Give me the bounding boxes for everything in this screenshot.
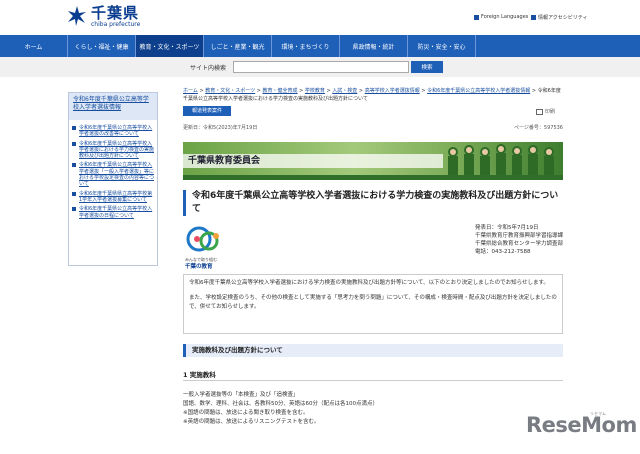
print-button[interactable]: 印刷 — [535, 108, 555, 115]
updated-date: 更新日：令和5(2023)年7月19日 — [183, 125, 258, 131]
emblem-caption: 千葉の教育 — [185, 264, 213, 270]
sidebar-item[interactable]: 令和6年度千葉県公立高等学校入学者選抜における学力検査の実施教科及び出題方針につ… — [72, 141, 154, 160]
bullet-icon — [474, 14, 479, 20]
press-release-badge: 報道発表案件 — [183, 106, 232, 116]
nav-filler — [476, 35, 640, 57]
board-of-education-banner: 千葉県教育委員会 — [183, 142, 563, 180]
lead-paragraph: また、学校設定検査のうち、その他の検査として実施する「思考力を問う問題」について… — [189, 295, 557, 310]
chiba-emblem-icon — [68, 6, 86, 26]
breadcrumb-link[interactable]: ホーム — [183, 88, 198, 94]
logo-english: chiba prefecture — [91, 21, 141, 28]
body-line: 一般入学者選抜等の「本検査」及び「追検査」 — [183, 392, 299, 398]
nav-prefecture[interactable]: 県政情報・統計 — [340, 35, 408, 57]
page-title: 令和6年度千葉県公立高等学校入学者選抜における学力検査の実施教科及び出題方針につ… — [183, 190, 563, 216]
breadcrumb: ホーム > 教育・文化・スポーツ > 教育・健全育成 > 学校教育 > 入試・検… — [183, 88, 561, 102]
body-line: ※英語の問題は、放送によるリスニングテストを含む。 — [183, 419, 320, 425]
logo-japanese: 千葉県 — [91, 4, 140, 22]
sidebar-title[interactable]: 令和6年度千葉県公立高等学校入学者選抜情報 — [69, 93, 157, 120]
bullet-icon — [72, 141, 76, 146]
search-input[interactable] — [233, 61, 409, 73]
bullet-icon — [72, 191, 76, 196]
nav-safety[interactable]: 防災・安全・安心 — [408, 35, 476, 57]
nav-environment[interactable]: 環境・まちづくり — [272, 35, 340, 57]
breadcrumb-link[interactable]: 学校教育 — [305, 88, 325, 94]
site-logo[interactable]: 千葉県 chiba prefecture — [66, 5, 140, 28]
release-date: 発表日：令和5年7月19日 — [474, 225, 539, 231]
bullet-icon — [72, 163, 76, 168]
body-line: 国語、数学、理科、社会は、各教科50分、英語は60分（配点は各100点満点） — [183, 401, 378, 407]
printer-icon — [535, 108, 543, 115]
breadcrumb-link[interactable]: 教育・文化・スポーツ — [205, 88, 255, 94]
resemom-watermark: ReseMom — [526, 413, 637, 437]
sidebar-item[interactable]: 令和6年度千葉県公立高等学校入学者選抜の日程について — [72, 206, 154, 219]
section-heading: 実施教科及び出題方針について — [183, 344, 563, 357]
sidebar-item[interactable]: 令和6年度千葉県公立高等学校入学者選抜の改善等について — [72, 125, 154, 138]
foreign-languages-link[interactable]: Foreign Languages — [474, 14, 528, 20]
sidebar-item[interactable]: 令和6年度千葉県公立高等学校入学者選抜「一般入学者選抜」等における学校設定検査の… — [72, 162, 154, 187]
banner-strip — [183, 175, 563, 180]
search-label: サイト内検索 — [190, 65, 227, 72]
breadcrumb-link[interactable]: 教育・健全育成 — [263, 88, 298, 94]
release-meta: 発表日：令和5年7月19日 千葉県教育庁教育振興部学習指導課 千葉県総合教育セン… — [475, 224, 563, 256]
body-line: ※国語の問題は、放送による聞き取り検査を含む。 — [183, 410, 309, 416]
main-content: ホーム > 教育・文化・スポーツ > 教育・健全育成 > 学校教育 > 入試・検… — [183, 87, 563, 427]
global-nav: ホーム くらし・福祉・健康 教育・文化・スポーツ しごと・産業・観光 環境・まち… — [0, 35, 640, 57]
site-header: 千葉県 chiba prefecture Foreign Languages 情… — [0, 0, 640, 35]
banner-title: 千葉県教育委員会 — [183, 154, 443, 168]
department: 千葉県教育庁教育振興部学習指導課 — [474, 233, 563, 239]
nav-education[interactable]: 教育・文化・スポーツ — [136, 35, 204, 57]
page-id: ページ番号：597536 — [514, 125, 563, 131]
lead-paragraph: 令和6年度千葉県公立高等学校入学者選抜における学力検査の実施教科及び出題方針等に… — [189, 280, 549, 286]
lead-box: 令和6年度千葉県公立高等学校入学者選抜における学力検査の実施教科及び出題方針等に… — [183, 274, 563, 334]
search-bar: サイト内検索 検索 — [0, 57, 640, 77]
accessibility-link[interactable]: 情報アクセシビリティ — [531, 14, 587, 21]
subsection-heading: 1 実施教科 — [183, 369, 563, 381]
breadcrumb-link[interactable]: 令和6年度千葉県公立高等学校入学者選抜情報 — [427, 88, 530, 94]
nav-work[interactable]: しごと・産業・観光 — [204, 35, 272, 57]
phone: 電話：043-212-7588 — [474, 249, 531, 255]
body-text: 一般入学者選抜等の「本検査」及び「追検査」 国語、数学、理科、社会は、各教科50… — [183, 391, 563, 427]
search-button[interactable]: 検索 — [411, 61, 443, 73]
bullet-icon — [72, 126, 76, 130]
sidebar-item[interactable]: 令和6年度千葉県県立高等学校第1学年入学者選抜募集について — [72, 191, 154, 204]
bullet-icon — [72, 207, 76, 212]
students-photo — [448, 144, 554, 175]
release-info: みんなで取り組む 千葉の教育 発表日：令和5年7月19日 千葉県教育庁教育振興部… — [183, 224, 563, 270]
nav-living[interactable]: くらし・福祉・健康 — [68, 35, 136, 57]
sidebar: 令和6年度千葉県公立高等学校入学者選抜情報 令和6年度千葉県公立高等学校入学者選… — [68, 92, 158, 266]
breadcrumb-link[interactable]: 入試・検査 — [332, 88, 357, 94]
breadcrumb-link[interactable]: 高等学校入学者選抜情報 — [365, 88, 420, 94]
nav-home[interactable]: ホーム — [0, 35, 68, 57]
bullet-icon — [531, 15, 536, 20]
center: 千葉県総合教育センター学力調査部 — [474, 241, 563, 247]
